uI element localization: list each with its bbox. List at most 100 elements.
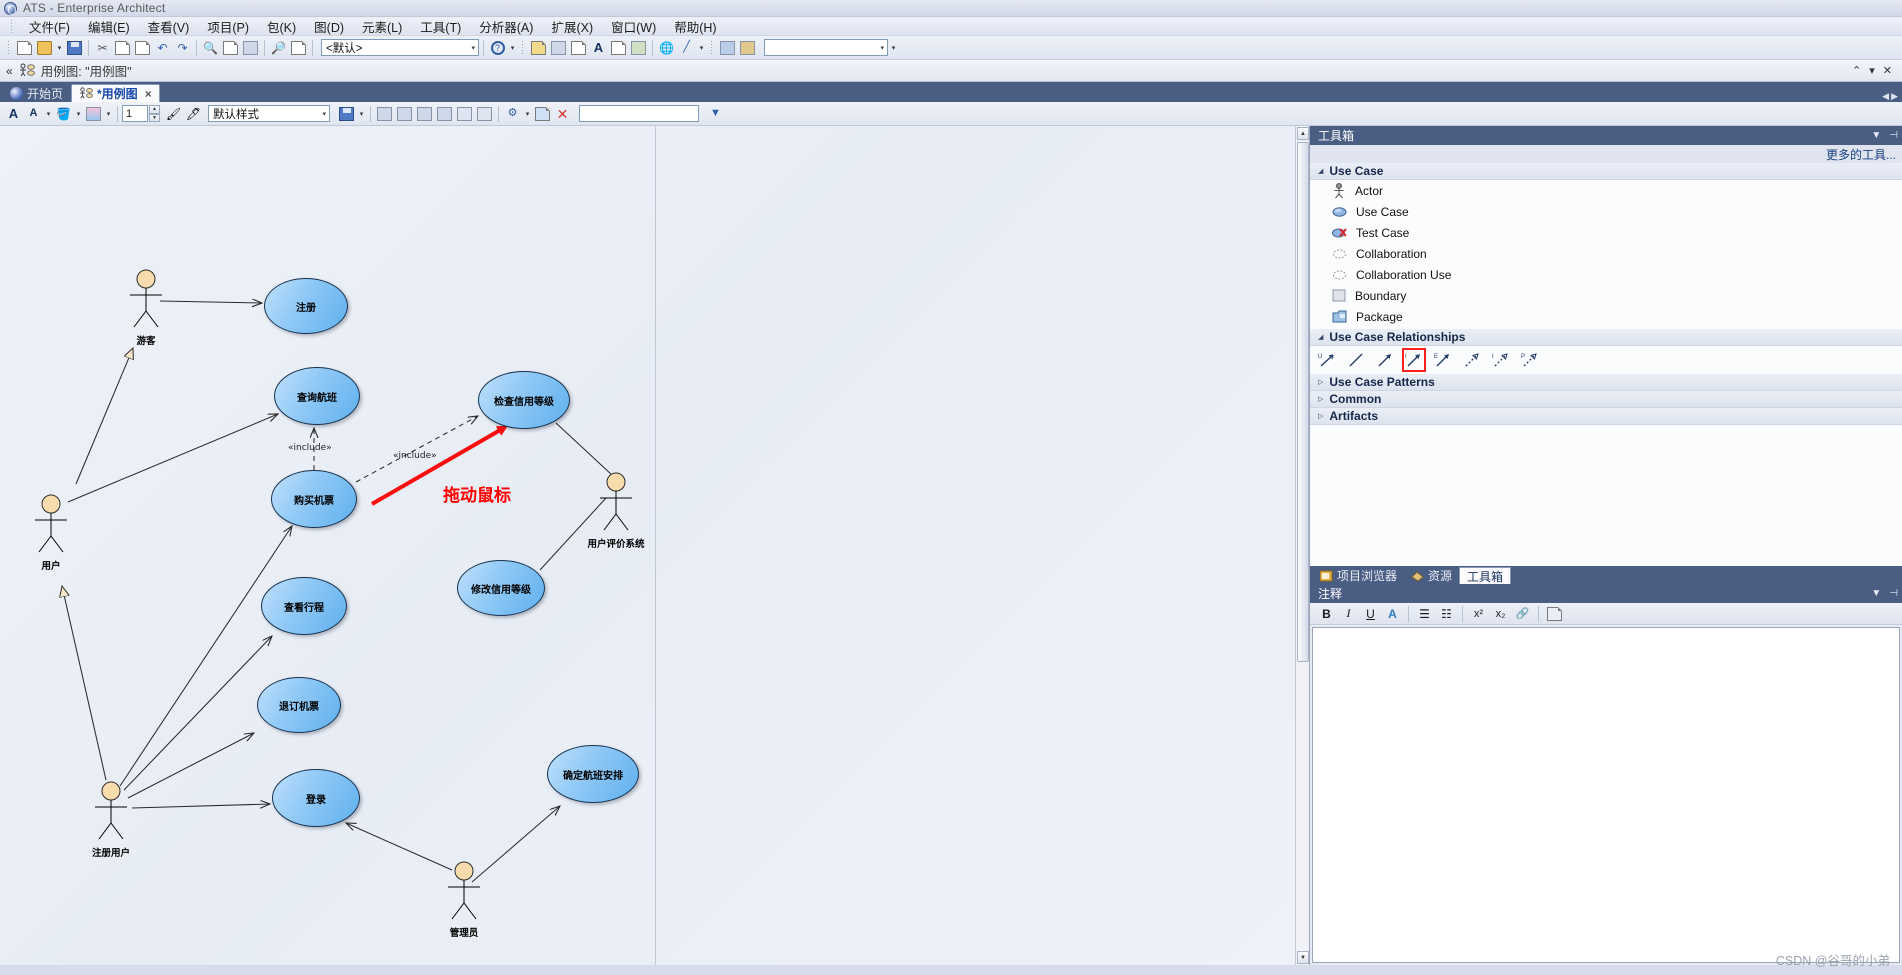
toolbox-item-collaboration-use[interactable]: Collaboration Use: [1310, 264, 1902, 285]
align-right-icon[interactable]: [395, 104, 414, 123]
panel-menu-icon[interactable]: ▼: [1871, 588, 1881, 599]
toolbox-group-artifacts[interactable]: ▷ Artifacts: [1310, 408, 1902, 425]
use-case-cancel-ticket[interactable]: 退订机票: [257, 677, 341, 733]
save-style-icon[interactable]: [337, 104, 356, 123]
toolbox-group-common[interactable]: ▷ Common: [1310, 391, 1902, 408]
same-height-icon[interactable]: [475, 104, 494, 123]
element-browser-icon[interactable]: [609, 38, 628, 57]
workspace-icon[interactable]: [738, 38, 757, 57]
delete-icon[interactable]: ✕: [553, 104, 572, 123]
menu-help[interactable]: 帮助(H): [665, 16, 725, 37]
fill-color-dropdown-icon[interactable]: ▾: [74, 110, 83, 118]
more-tools-link[interactable]: 更多的工具...: [1310, 145, 1902, 163]
use-case-view-itinerary[interactable]: 查看行程: [261, 577, 347, 635]
toolbox-group-use-case-patterns[interactable]: ▷ Use Case Patterns: [1310, 374, 1902, 391]
actor-visitor[interactable]: 游客: [124, 269, 168, 347]
scroll-down-icon[interactable]: ▼: [1297, 951, 1309, 964]
tab-use-case-diagram[interactable]: *用例图 ×: [71, 84, 160, 102]
web-publish-icon[interactable]: 🌐: [657, 38, 676, 57]
zoom-icon[interactable]: [289, 38, 308, 57]
use-case-register[interactable]: 注册: [264, 278, 348, 334]
toolbox-item-test-case[interactable]: Test Case: [1310, 222, 1902, 243]
find-in-project-icon[interactable]: 🔎: [269, 38, 288, 57]
format-painter-icon[interactable]: 🖌: [164, 104, 183, 123]
use-case-diagram-canvas[interactable]: 游客 用户 注册用户 管理员 用户评价系统 注册 查询航班 检查信用等级 购买机…: [0, 126, 1296, 965]
menu-project[interactable]: 项目(P): [198, 16, 258, 37]
panel-menu-icon[interactable]: ▼: [1871, 130, 1881, 141]
toolbar-grip3-icon[interactable]: [710, 39, 714, 56]
open-project-icon[interactable]: [35, 38, 54, 57]
realize-relationship-icon[interactable]: [1463, 351, 1481, 369]
notes-textarea[interactable]: [1312, 627, 1900, 963]
precedes-relationship-icon[interactable]: P: [1521, 351, 1539, 369]
search-options-icon[interactable]: ▾: [889, 44, 898, 52]
line-width-stepper[interactable]: ▲ ▼: [149, 105, 160, 122]
font-style-icon[interactable]: A: [24, 104, 43, 123]
use-case-modify-credit-level[interactable]: 修改信用等级: [457, 560, 545, 616]
font-color-icon[interactable]: A: [4, 104, 23, 123]
undo-icon[interactable]: ↶: [153, 38, 172, 57]
menu-diagram[interactable]: 图(D): [305, 16, 353, 37]
auto-layout-icon[interactable]: ⚙: [503, 104, 522, 123]
actor-registered-user[interactable]: 注册用户: [89, 781, 133, 859]
bullet-list-icon[interactable]: ☰: [1415, 605, 1434, 623]
paste-icon[interactable]: [133, 38, 152, 57]
copy-icon[interactable]: [113, 38, 132, 57]
help-dropdown-icon[interactable]: ▾: [508, 44, 517, 52]
include-relationship-icon[interactable]: I: [1402, 348, 1426, 372]
perspective-select[interactable]: <默认> ▾: [321, 39, 479, 56]
tab-start-page[interactable]: 开始页: [2, 84, 71, 102]
toolbox-group-use-case-relationships[interactable]: ◢ Use Case Relationships: [1310, 329, 1902, 346]
open-project-dropdown-icon[interactable]: ▾: [55, 44, 64, 52]
line-width-input[interactable]: 1: [122, 105, 148, 122]
pin-icon[interactable]: ⊣: [1889, 130, 1898, 141]
toolbox-item-boundary[interactable]: Boundary: [1310, 285, 1902, 306]
toolbar-grip2-icon[interactable]: [521, 39, 525, 56]
window-layout-icon[interactable]: [718, 38, 737, 57]
hyperlink-icon[interactable]: 🔗: [1513, 605, 1532, 623]
use-case-confirm-flight-schedule[interactable]: 确定航班安排: [547, 745, 639, 803]
page-setup-icon[interactable]: [221, 38, 240, 57]
generalize-relationship-icon[interactable]: [1376, 351, 1394, 369]
dock-tab-toolbox[interactable]: 工具箱: [1459, 567, 1512, 584]
search-input[interactable]: ▾: [764, 39, 888, 56]
dock-tab-resources[interactable]: 资源: [1404, 567, 1459, 584]
actor-user[interactable]: 用户: [29, 494, 73, 572]
toolbox-group-use-case[interactable]: ◢ Use Case: [1310, 163, 1902, 180]
pin-icon[interactable]: ⊣: [1889, 588, 1898, 599]
associate-relationship-icon[interactable]: [1347, 351, 1365, 369]
tab-scroll-right-icon[interactable]: ▶: [1891, 91, 1898, 102]
matrix-icon[interactable]: [549, 38, 568, 57]
collapse-icon[interactable]: ⌃: [1852, 64, 1861, 77]
save-icon[interactable]: [65, 38, 84, 57]
menu-tools[interactable]: 工具(T): [411, 16, 470, 37]
eyedropper-icon[interactable]: 🖊: [184, 104, 203, 123]
help-icon[interactable]: ?: [488, 38, 507, 57]
menu-view[interactable]: 查看(V): [139, 16, 199, 37]
list-view-icon[interactable]: [629, 38, 648, 57]
auto-layout-dropdown-icon[interactable]: ▾: [523, 110, 532, 118]
tab-scroll-left-icon[interactable]: ◀: [1882, 91, 1889, 102]
gradient-icon[interactable]: [84, 104, 103, 123]
menu-window[interactable]: 窗口(W): [602, 16, 665, 37]
filter-icon[interactable]: ▼: [706, 104, 725, 123]
redo-icon[interactable]: ↷: [173, 38, 192, 57]
menu-analyzer[interactable]: 分析器(A): [470, 16, 542, 37]
subscript-icon[interactable]: x₂: [1491, 605, 1510, 623]
use-relationship-icon[interactable]: U: [1318, 351, 1336, 369]
toolbox-item-package[interactable]: Package: [1310, 306, 1902, 327]
actor-admin[interactable]: 管理员: [442, 861, 486, 939]
properties-icon[interactable]: [529, 38, 548, 57]
numbered-list-icon[interactable]: ☷: [1437, 605, 1456, 623]
menu-file[interactable]: 文件(F): [20, 16, 79, 37]
align-top-icon[interactable]: [415, 104, 434, 123]
dock-tab-project-browser[interactable]: 项目浏览器: [1313, 567, 1404, 584]
canvas-vertical-scrollbar[interactable]: ▲ ▼: [1295, 126, 1309, 965]
underline-icon[interactable]: U: [1361, 605, 1380, 623]
style-select[interactable]: 默认样式 ▾: [208, 105, 330, 122]
save-style-dropdown-icon[interactable]: ▾: [357, 110, 366, 118]
use-case-check-credit-level[interactable]: 检查信用等级: [478, 371, 570, 429]
use-case-login[interactable]: 登录: [272, 769, 360, 827]
align-left-icon[interactable]: [375, 104, 394, 123]
tab-close-icon[interactable]: ×: [145, 87, 152, 101]
